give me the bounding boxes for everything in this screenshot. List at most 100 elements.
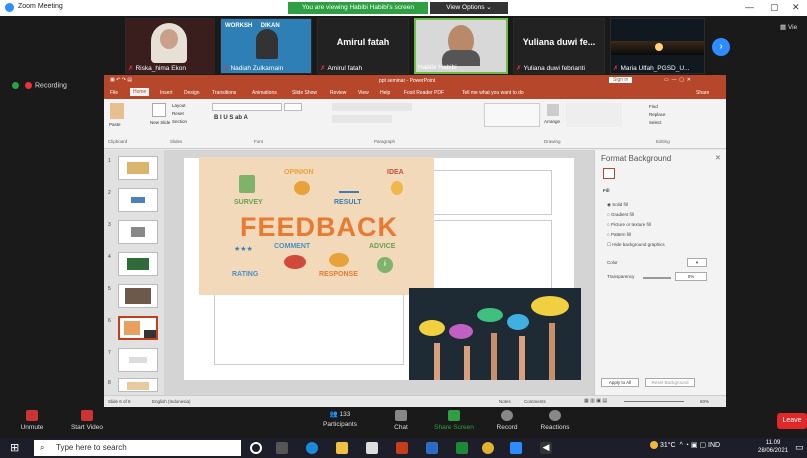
- view-mode-icons[interactable]: ▦ ▥ ▣ ▤: [584, 398, 607, 404]
- slide-thumbnail[interactable]: [118, 156, 158, 180]
- select-button[interactable]: Select: [649, 120, 662, 125]
- reset-button[interactable]: Reset: [172, 111, 184, 116]
- word-icon[interactable]: [426, 442, 438, 454]
- zoom-slider[interactable]: [624, 401, 684, 402]
- paste-icon[interactable]: [110, 103, 124, 119]
- tab-home[interactable]: Home: [130, 88, 150, 96]
- recording-indicator[interactable]: Recording: [12, 82, 67, 89]
- next-page-arrow-icon[interactable]: ›: [712, 38, 730, 56]
- language[interactable]: IND: [708, 442, 720, 449]
- transparency-slider[interactable]: [643, 277, 671, 279]
- feedback-image[interactable]: SURVEY OPINION RESULT IDEA FEEDBACK COMM…: [199, 157, 434, 295]
- tab-animations[interactable]: Animations: [252, 90, 277, 96]
- transparency-input[interactable]: 0%: [675, 272, 707, 281]
- close-button[interactable]: ✕: [792, 2, 800, 13]
- slide-thumbnail[interactable]: [118, 252, 158, 276]
- fill-section-header[interactable]: Fill: [603, 188, 610, 193]
- weather-icon[interactable]: [650, 441, 658, 450]
- tray-icons[interactable]: ^ ◔ ▣ ▢: [678, 442, 706, 449]
- new-slide-icon[interactable]: [152, 103, 166, 117]
- find-button[interactable]: Find: [649, 104, 658, 109]
- alignment-icons[interactable]: [332, 115, 392, 123]
- hands-speech-bubbles-image[interactable]: [409, 288, 581, 380]
- slide-thumbnail[interactable]: [118, 188, 158, 212]
- slide-thumbnail[interactable]: [118, 284, 158, 308]
- share-button[interactable]: Share: [696, 90, 709, 96]
- share-screen-button[interactable]: Share Screen: [428, 410, 480, 431]
- unmute-button[interactable]: Unmute: [14, 410, 50, 431]
- pattern-fill-radio[interactable]: ○ Pattern fill: [607, 232, 631, 237]
- participant-tile[interactable]: Yuliana duwi fe... ✗ Yuliana duwi febrian…: [513, 18, 605, 74]
- language-indicator[interactable]: English (Indonesia): [152, 399, 191, 404]
- edge-icon[interactable]: [306, 442, 318, 454]
- reset-background-button[interactable]: Reset Background: [645, 378, 695, 387]
- taskbar-search-input[interactable]: Type here to search: [34, 440, 241, 456]
- tab-view[interactable]: View: [358, 90, 369, 96]
- paragraph-icons[interactable]: [332, 103, 412, 111]
- chat-button[interactable]: Chat: [386, 410, 416, 431]
- view-button[interactable]: ▦ Vie: [780, 23, 797, 31]
- notes-button[interactable]: Notes: [499, 399, 511, 404]
- slide-thumbnail[interactable]: [118, 378, 158, 392]
- leave-button[interactable]: Leave: [777, 413, 807, 429]
- view-options-button[interactable]: View Options ⌄: [430, 2, 508, 14]
- replace-button[interactable]: Replace: [649, 112, 666, 117]
- section-button[interactable]: Section: [172, 119, 187, 124]
- tab-review[interactable]: Review: [330, 90, 346, 96]
- windows-start-icon[interactable]: ⊞: [10, 442, 19, 454]
- store-icon[interactable]: [366, 442, 378, 454]
- tab-help[interactable]: Help: [380, 90, 390, 96]
- tab-foxit[interactable]: Foxit Reader PDF: [404, 90, 444, 96]
- font-format-icons[interactable]: B I U S ab A: [214, 115, 248, 121]
- app-icon[interactable]: ◀: [540, 442, 552, 454]
- participant-tile-active-speaker[interactable]: Habibi Habibi: [414, 18, 508, 74]
- hide-graphics-checkbox[interactable]: ☐ Hide background graphics: [607, 242, 665, 248]
- powerpoint-icon[interactable]: [396, 442, 408, 454]
- zoom-level[interactable]: 60%: [700, 399, 709, 404]
- start-video-button[interactable]: Start Video: [62, 410, 112, 431]
- shape-style-controls[interactable]: [566, 103, 622, 127]
- text-placeholder[interactable]: [214, 293, 404, 365]
- participant-tile[interactable]: ✗ Maria Ulfah_PGSD_U...: [610, 18, 705, 74]
- font-size-dropdown[interactable]: [284, 103, 302, 111]
- participant-tile[interactable]: Amirul fatah ✗ Amirul fatah: [317, 18, 409, 74]
- record-button[interactable]: Record: [490, 410, 524, 431]
- task-view-icon[interactable]: [276, 442, 288, 454]
- tab-file[interactable]: File: [110, 90, 118, 96]
- participant-tile[interactable]: ✗ Riska_hima Ekon: [125, 18, 215, 74]
- notifications-icon[interactable]: ▭: [795, 442, 804, 453]
- gradient-fill-radio[interactable]: ○ Gradient fill: [607, 212, 634, 217]
- apply-to-all-button[interactable]: Apply to All: [601, 378, 639, 387]
- shapes-gallery[interactable]: [484, 103, 540, 127]
- minimize-button[interactable]: —: [745, 2, 754, 12]
- solid-fill-radio[interactable]: ◉ Solid fill: [607, 202, 628, 208]
- taskbar-clock[interactable]: 11.09 28/06/2021: [758, 439, 788, 455]
- file-explorer-icon[interactable]: [336, 442, 348, 454]
- arrange-icon[interactable]: [547, 104, 559, 116]
- color-picker-button[interactable]: ▾: [687, 258, 707, 267]
- tab-design[interactable]: Design: [184, 90, 200, 96]
- chrome-icon[interactable]: [482, 442, 494, 454]
- excel-icon[interactable]: [456, 442, 468, 454]
- slide-thumbnail[interactable]: [118, 348, 158, 372]
- temperature[interactable]: 31°C: [660, 442, 676, 449]
- cortana-icon[interactable]: [250, 442, 262, 454]
- zoom-app-icon[interactable]: [510, 442, 522, 454]
- slide-thumbnail[interactable]: [118, 220, 158, 244]
- tab-transitions[interactable]: Transitions: [212, 90, 236, 96]
- tell-me-search[interactable]: Tell me what you want to do: [462, 90, 524, 96]
- tab-insert[interactable]: Insert: [160, 90, 173, 96]
- tab-slide-show[interactable]: Slide Show: [292, 90, 317, 96]
- comments-button[interactable]: Comments: [524, 399, 546, 404]
- reactions-button[interactable]: Reactions: [534, 410, 576, 431]
- slide-thumbnail-selected[interactable]: [118, 316, 158, 340]
- participant-tile[interactable]: WORKSH DIKAN ✗ Nadiah Zulkarnain: [220, 18, 312, 74]
- font-name-dropdown[interactable]: [212, 103, 282, 111]
- pane-close-icon[interactable]: ✕: [715, 154, 721, 162]
- picture-fill-radio[interactable]: ○ Picture or texture fill: [607, 222, 651, 227]
- fill-bucket-icon[interactable]: [603, 168, 615, 179]
- layout-button[interactable]: Layout: [172, 103, 186, 108]
- maximize-button[interactable]: ▢: [770, 2, 779, 13]
- signin-button[interactable]: Sign in: [609, 77, 633, 83]
- participants-button[interactable]: 👥 133 Participants: [312, 410, 368, 428]
